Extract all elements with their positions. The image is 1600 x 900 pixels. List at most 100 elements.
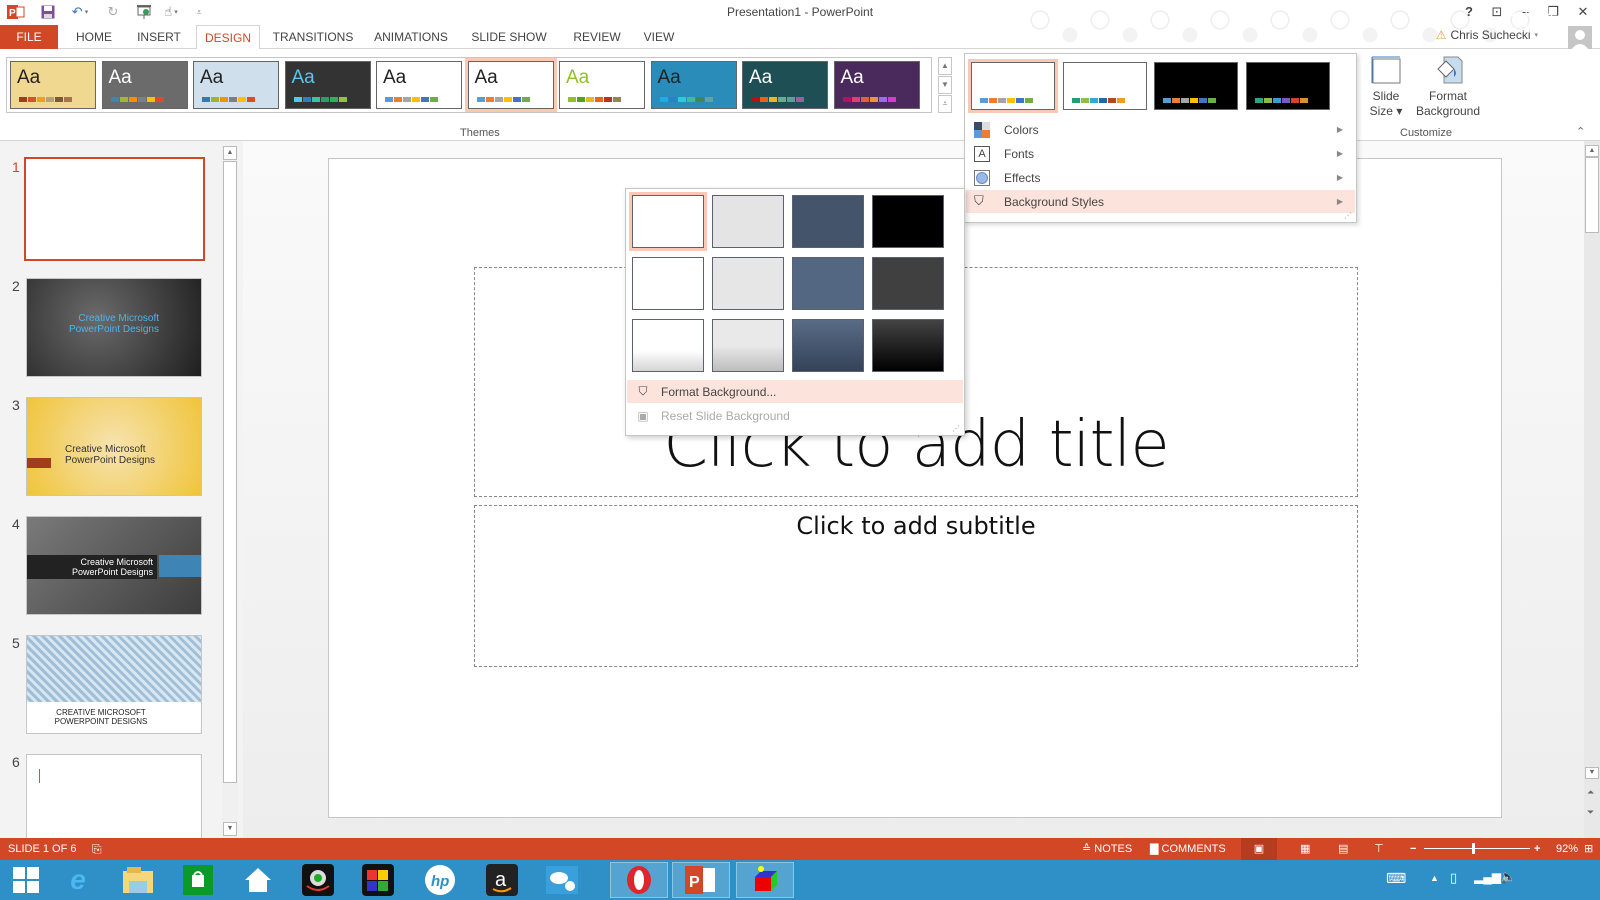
fit-slide-button[interactable]: ⊞ [1584, 838, 1593, 860]
zoom-in-button[interactable]: + [1534, 838, 1540, 860]
reading-view-button[interactable]: ▤ [1338, 838, 1348, 860]
hp-cloud-icon[interactable] [536, 862, 588, 898]
theme-gallery-gray[interactable]: Aa [101, 61, 188, 109]
background-style-7[interactable] [792, 257, 864, 310]
help-button[interactable]: ? [1456, 2, 1482, 22]
theme-ion-teal[interactable]: Aa [742, 61, 828, 109]
variant-1[interactable] [968, 59, 1058, 113]
variant-4[interactable] [1245, 62, 1330, 110]
slide-thumbnail-2[interactable]: Creative Microsoft PowerPoint Designs [26, 278, 202, 377]
network-icon[interactable]: ▂▄▆ [1474, 870, 1501, 884]
subtitle-placeholder[interactable]: Click to add subtitle [474, 505, 1358, 667]
slide-sorter-button[interactable]: ▦ [1300, 838, 1310, 860]
theme-ion-dark[interactable]: Aa [284, 61, 371, 109]
background-style-2[interactable] [712, 195, 784, 248]
puzzle-app-icon[interactable] [352, 862, 404, 898]
background-style-1[interactable] [629, 192, 707, 251]
next-slide-button[interactable]: ⏷ [1587, 807, 1594, 818]
slide-thumbnail-4[interactable]: Creative Microsoft PowerPoint Designs [26, 516, 202, 615]
webcam-icon[interactable] [292, 862, 344, 898]
tab-animations[interactable]: ANIMATIONS [366, 25, 456, 49]
scroll-down-arrow[interactable]: ▼ [1585, 767, 1599, 779]
gallery-more-button[interactable]: ⩡ [938, 95, 952, 113]
volume-icon[interactable]: 🔈 [1500, 869, 1516, 885]
slide-thumbnail-1[interactable] [24, 157, 205, 261]
theme-office-selected[interactable]: Aa [464, 58, 557, 112]
variant-2[interactable] [1062, 62, 1147, 110]
close-button[interactable]: ✕ [1570, 2, 1596, 22]
theme-wisp-pattern[interactable]: Aa [650, 61, 737, 109]
format-background-button[interactable]: Format Background [1412, 55, 1484, 119]
background-style-10[interactable] [712, 319, 784, 372]
previous-slide-button[interactable]: ⏶ [1587, 787, 1594, 798]
tab-design[interactable]: DESIGN [196, 25, 260, 50]
scroll-down-arrow[interactable]: ▼ [223, 822, 237, 836]
3d-app-icon[interactable] [736, 862, 794, 898]
store-icon[interactable] [172, 862, 224, 898]
menu-item-fonts[interactable]: A Fonts ▶ [966, 142, 1355, 165]
background-style-9[interactable] [632, 319, 704, 372]
tab-review[interactable]: REVIEW [568, 25, 626, 49]
format-background-menu-item[interactable]: ⛉ Format Background... [627, 380, 963, 403]
gallery-scroll-up[interactable]: ▲ [938, 57, 952, 75]
background-style-4[interactable] [872, 195, 944, 248]
menu-item-colors[interactable]: Colors ▶ [966, 118, 1355, 141]
home-icon[interactable] [232, 862, 284, 898]
tab-insert[interactable]: INSERT [130, 25, 188, 49]
scroll-thumb[interactable] [223, 161, 237, 783]
file-explorer-icon[interactable] [112, 862, 164, 898]
notes-button[interactable]: ≙ NOTES [1082, 838, 1132, 860]
theme-facet-green[interactable]: Aa [559, 61, 645, 109]
powerpoint-icon[interactable]: P [672, 862, 730, 898]
tab-slide-show[interactable]: SLIDE SHOW [466, 25, 552, 49]
touch-keyboard-icon[interactable]: ⌨ [1386, 870, 1406, 887]
system-clock[interactable]: 6:26 PM 5/2/2015 [1507, 4, 1554, 36]
zoom-out-button[interactable]: − [1410, 838, 1416, 860]
tab-transitions[interactable]: TRANSITIONS [268, 25, 358, 49]
normal-view-button[interactable]: ▣ [1241, 838, 1277, 860]
battery-icon[interactable]: ▯ [1450, 870, 1457, 886]
tab-file[interactable]: FILE [0, 25, 58, 49]
show-hidden-icons-icon[interactable]: ▲ [1430, 873, 1439, 883]
reset-slide-background-menu-item[interactable]: ▣ Reset Slide Background [627, 404, 963, 427]
avatar[interactable] [1568, 26, 1592, 50]
zoom-level[interactable]: 92% [1556, 838, 1578, 860]
comments-button[interactable]: ▇ COMMENTS [1150, 838, 1226, 860]
background-style-12[interactable] [872, 319, 944, 372]
zoom-slider-thumb[interactable] [1471, 843, 1475, 854]
ribbon-display-options-button[interactable]: ⊡ [1484, 2, 1510, 22]
background-style-5[interactable] [632, 257, 704, 310]
opera-icon[interactable] [610, 862, 668, 898]
theme-facet-gold[interactable]: Aa [10, 61, 96, 109]
internet-explorer-icon[interactable]: e [52, 862, 104, 898]
variant-3[interactable] [1154, 62, 1238, 110]
slide-thumbnail-5[interactable]: CREATIVE MICROSOFT POWERPOINT DESIGNS [26, 635, 202, 734]
background-style-6[interactable] [712, 257, 784, 310]
resize-grip[interactable]: ⋰ [1344, 211, 1352, 220]
amazon-icon[interactable]: a [476, 862, 528, 898]
slide-size-button[interactable]: Slide Size ▾ [1366, 55, 1406, 119]
background-style-8[interactable] [872, 257, 944, 310]
hp-icon[interactable]: hp [414, 862, 466, 898]
zoom-slider-track[interactable] [1424, 843, 1530, 854]
slide-thumbnail-3[interactable]: Creative Microsoft PowerPoint Designs [26, 397, 202, 496]
tab-home[interactable]: HOME [66, 25, 122, 49]
theme-ion-purple[interactable]: Aa [833, 61, 920, 109]
menu-item-effects[interactable]: Effects ▶ [966, 166, 1355, 189]
background-style-11[interactable] [792, 319, 864, 372]
tab-view[interactable]: VIEW [636, 25, 682, 49]
slide-show-button[interactable]: ⊤ [1374, 838, 1384, 860]
gallery-scroll-down[interactable]: ▼ [938, 76, 952, 94]
scroll-up-arrow[interactable]: ▲ [1585, 145, 1599, 157]
start-icon[interactable] [0, 862, 52, 898]
theme-office-white[interactable]: Aa [376, 61, 462, 109]
slide-scrollbar[interactable]: ▲ ▼ ⏶ ⏷ [1584, 141, 1600, 838]
scroll-thumb[interactable] [1585, 157, 1599, 233]
scroll-up-arrow[interactable]: ▲ [223, 146, 237, 160]
menu-item-background-styles[interactable]: ⛉ Background Styles ▶ [966, 190, 1355, 213]
collapse-ribbon-icon[interactable]: ⌃ [1576, 125, 1585, 138]
spell-check-icon[interactable]: ⎘ [92, 838, 102, 860]
thumbnail-scrollbar[interactable]: ▲ ▼ [222, 146, 238, 838]
resize-grip[interactable]: ⋰ [952, 424, 960, 433]
theme-pattern-blue[interactable]: Aa [193, 61, 279, 109]
